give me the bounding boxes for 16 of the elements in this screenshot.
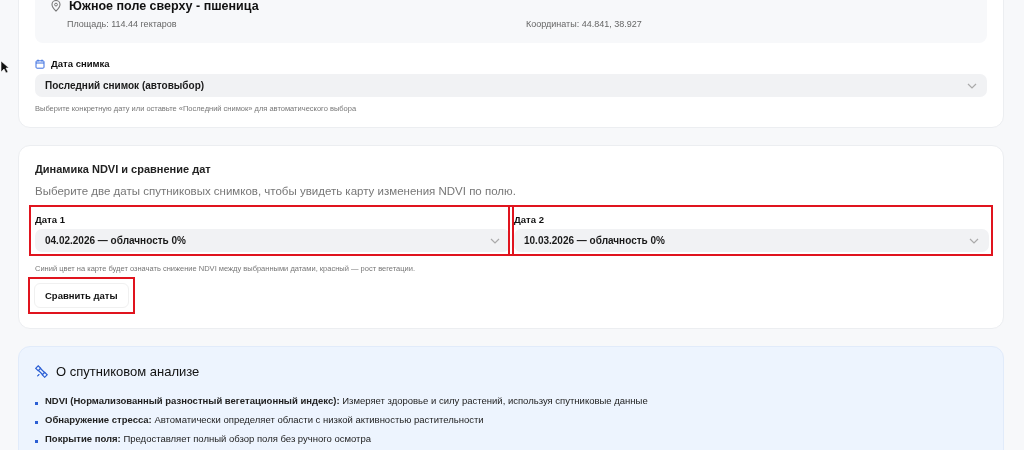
field-label: Дата 1 xyxy=(35,214,66,225)
compare-dates-button[interactable]: Сравнить даты xyxy=(34,283,129,308)
dropdown-select[interactable]: 10.03.2026 — облачность 0% xyxy=(514,229,989,252)
field-label: Дата 2 xyxy=(514,214,545,225)
field-area: Площадь: 114.44 гектаров xyxy=(67,19,526,29)
list-item-text: NDVI (Нормализованный разностный вегетационный индекс): Измеряет здоровье и силу растений, используя спутниковые данные xyxy=(45,395,648,406)
field-coordinates: Координаты: 44.841, 38.927 xyxy=(526,19,643,29)
list-item-text: Обнаружение стресса: Автоматически определяет области с низкой активностью растительности xyxy=(45,414,484,425)
dropdown-select[interactable]: 04.02.2026 — облачность 0% xyxy=(35,229,510,252)
field-label: Дата снимка xyxy=(51,58,110,69)
dropdown-select[interactable]: Последний снимок (автовыбор) xyxy=(35,74,987,97)
section-title: Динамика NDVI и сравнение дат xyxy=(35,163,212,175)
list-item-text: Покрытие поля: Предоставляет полный обзор поля без ручного осмотра xyxy=(45,433,372,444)
section-subtitle: Выберите две даты спутниковых снимков, чтобы увидеть карту изменения NDVI по полю. xyxy=(35,185,517,197)
field-name: Южное поле сверху - пшеница xyxy=(69,0,259,13)
panel-title: О спутниковом анализе xyxy=(56,364,200,379)
